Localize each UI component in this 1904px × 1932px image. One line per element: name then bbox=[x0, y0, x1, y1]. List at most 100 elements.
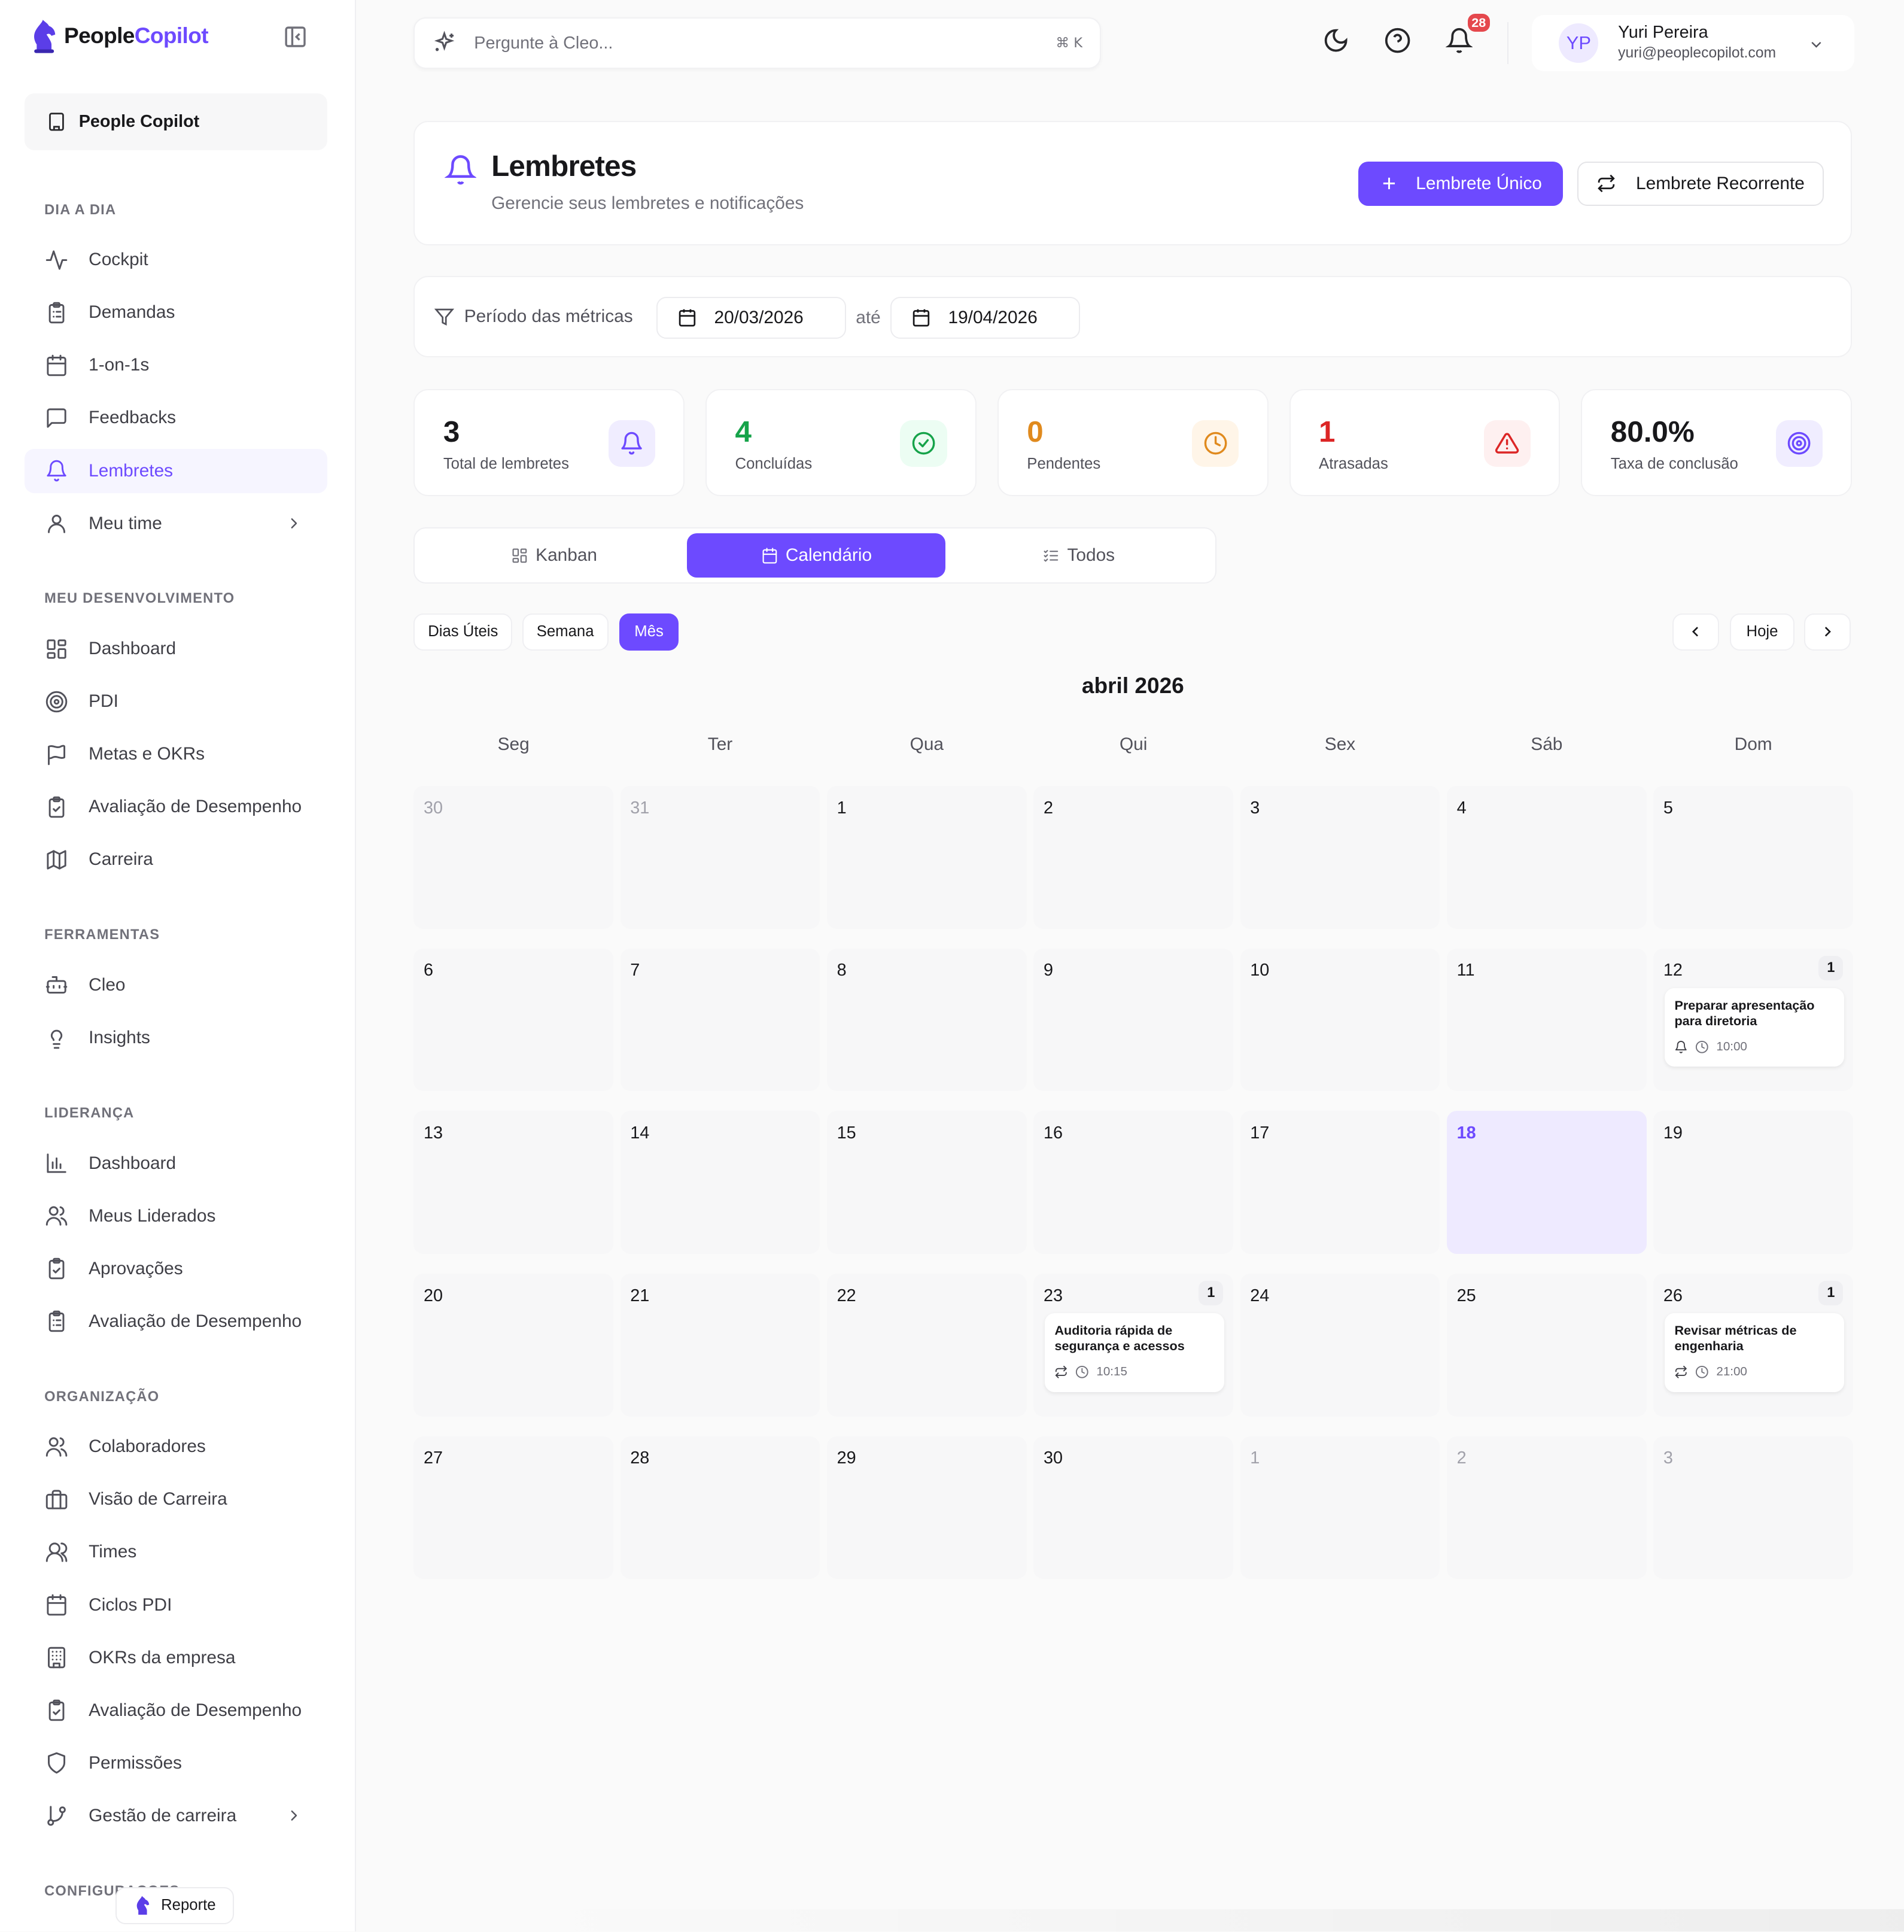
weekday-header: Dom bbox=[1734, 734, 1772, 754]
calendar-day[interactable]: 12 1 Preparar apresentação para diretoria 1… bbox=[1653, 948, 1853, 1092]
cleo-search-input[interactable] bbox=[472, 32, 1041, 54]
stat-label: Total de lembretes bbox=[443, 455, 569, 473]
sidebar-item-dashboard[interactable]: Dashboard bbox=[25, 1141, 327, 1186]
calendar-day[interactable]: 30 bbox=[1033, 1436, 1233, 1579]
reminder-event-card[interactable]: Preparar apresentação para diretoria 10:0… bbox=[1664, 988, 1845, 1067]
calendar-day[interactable]: 6 bbox=[413, 948, 613, 1092]
recurring-reminder-button[interactable]: Lembrete Recorrente bbox=[1577, 161, 1824, 206]
calendar-day[interactable]: 30 bbox=[413, 786, 613, 929]
calendar-day[interactable]: 16 bbox=[1033, 1111, 1233, 1254]
sidebar-item-aprovacoes[interactable]: Aprovações bbox=[25, 1247, 327, 1291]
range-mes-button[interactable]: Mês bbox=[619, 613, 679, 651]
calendar-day[interactable]: 1 bbox=[827, 786, 1027, 929]
sidebar-item-meu-time[interactable]: Meu time bbox=[25, 502, 327, 546]
avatar: YP bbox=[1559, 23, 1599, 63]
shield-icon bbox=[44, 1751, 69, 1775]
single-reminder-button[interactable]: Lembrete Único bbox=[1358, 161, 1563, 206]
calendar-day[interactable]: 13 bbox=[413, 1111, 613, 1254]
sidebar-item-ciclos-pdi[interactable]: Ciclos PDI bbox=[25, 1583, 327, 1627]
sidebar-item-dashboard[interactable]: Dashboard bbox=[25, 627, 327, 671]
calendar-day[interactable]: 4 bbox=[1447, 786, 1647, 929]
sidebar-item-insights[interactable]: Insights bbox=[25, 1016, 327, 1060]
notifications-bell-icon[interactable] bbox=[1446, 27, 1473, 54]
tab-calendario[interactable]: Calendário bbox=[687, 533, 946, 578]
calendar-day[interactable]: 3 bbox=[1240, 786, 1440, 929]
sidebar-item-carreira[interactable]: Carreira bbox=[25, 837, 327, 882]
user-menu[interactable]: YP Yuri Pereira yuri@peoplecopilot.com bbox=[1532, 14, 1855, 72]
today-button[interactable]: Hoje bbox=[1730, 613, 1794, 651]
range-dias-uteis-button[interactable]: Dias Úteis bbox=[413, 613, 513, 651]
sidebar-item-demandas[interactable]: Demandas bbox=[25, 290, 327, 335]
calendar-day[interactable]: 25 bbox=[1447, 1273, 1647, 1417]
weekday-header: Ter bbox=[707, 734, 733, 754]
calendar-day[interactable]: 20 bbox=[413, 1273, 613, 1417]
sidebar-item-avaliacao-de-desempenho[interactable]: Avaliação de Desempenho bbox=[25, 1299, 327, 1344]
moon-icon[interactable] bbox=[1322, 27, 1349, 54]
report-button[interactable]: Reporte bbox=[115, 1887, 234, 1924]
day-number: 3 bbox=[1250, 798, 1260, 818]
day-number: 26 bbox=[1663, 1286, 1683, 1305]
sidebar-item-permissoes[interactable]: Permissões bbox=[25, 1741, 327, 1785]
reminder-event-card[interactable]: Revisar métricas de engenharia 21:00 bbox=[1664, 1313, 1845, 1392]
calendar-day[interactable]: 2 bbox=[1447, 1436, 1647, 1579]
sidebar-item-lembretes[interactable]: Lembretes bbox=[25, 448, 328, 493]
briefcase-icon bbox=[44, 1487, 69, 1512]
sidebar-item-okrs-da-empresa[interactable]: OKRs da empresa bbox=[25, 1636, 327, 1680]
calendar-day[interactable]: 22 bbox=[827, 1273, 1027, 1417]
calendar-day[interactable]: 28 bbox=[620, 1436, 820, 1579]
sidebar-item-cockpit[interactable]: Cockpit bbox=[25, 238, 327, 282]
sidebar-item-metas-e-okrs[interactable]: Metas e OKRs bbox=[25, 732, 327, 776]
calendar-day[interactable]: 29 bbox=[827, 1436, 1027, 1579]
sidebar-collapse-icon[interactable] bbox=[283, 25, 308, 49]
sidebar-item-feedbacks[interactable]: Feedbacks bbox=[25, 396, 327, 440]
calendar-day[interactable]: 15 bbox=[827, 1111, 1027, 1254]
calendar-day[interactable]: 7 bbox=[620, 948, 820, 1092]
calendar-day[interactable]: 31 bbox=[620, 786, 820, 929]
sidebar-item-avaliacao-de-desempenho[interactable]: Avaliação de Desempenho bbox=[25, 785, 327, 829]
calendar-day[interactable]: 10 bbox=[1240, 948, 1440, 1092]
previous-month-button[interactable] bbox=[1672, 613, 1719, 651]
sidebar-item-pdi[interactable]: PDI bbox=[25, 679, 327, 724]
sidebar-item-cleo[interactable]: Cleo bbox=[25, 963, 327, 1007]
start-date-picker[interactable]: 20/03/2026 bbox=[656, 296, 846, 339]
sidebar-item-avaliacao-de-desempenho[interactable]: Avaliação de Desempenho bbox=[25, 1688, 327, 1733]
sidebar-item-gestao-de-carreira[interactable]: Gestão de carreira bbox=[25, 1794, 327, 1838]
event-title: Auditoria rápida de segurança e acessos bbox=[1054, 1323, 1185, 1353]
tab-todos[interactable]: Todos bbox=[950, 533, 1208, 578]
calendar-day[interactable]: 23 1 Auditoria rápida de segurança e acess… bbox=[1033, 1273, 1233, 1417]
calendar-day[interactable]: 9 bbox=[1033, 948, 1233, 1092]
reminder-event-card[interactable]: Auditoria rápida de segurança e acessos 1… bbox=[1045, 1313, 1225, 1392]
cleo-search-bar[interactable]: ⌘ K bbox=[413, 17, 1101, 69]
sidebar-item-visao-de-carreira[interactable]: Visão de Carreira bbox=[25, 1477, 327, 1521]
calendar-day[interactable]: 8 bbox=[827, 948, 1027, 1092]
calendar-day[interactable]: 5 bbox=[1653, 786, 1853, 929]
calendar-day[interactable]: 14 bbox=[620, 1111, 820, 1254]
calendar-day[interactable]: 24 bbox=[1240, 1273, 1440, 1417]
sidebar-item-colaboradores[interactable]: Colaboradores bbox=[25, 1424, 327, 1469]
sidebar-item-label: PDI bbox=[89, 691, 118, 712]
calendar-day[interactable]: 2 bbox=[1033, 786, 1233, 929]
calendar-day[interactable]: 1 bbox=[1240, 1436, 1440, 1579]
calendar-day[interactable]: 11 bbox=[1447, 948, 1647, 1092]
sidebar-item-times[interactable]: Times bbox=[25, 1530, 327, 1574]
calendar-day[interactable]: 3 bbox=[1653, 1436, 1853, 1579]
calendar-day[interactable]: 27 bbox=[413, 1436, 613, 1579]
help-circle-icon[interactable] bbox=[1384, 27, 1411, 54]
weekday-header: Qui bbox=[1119, 734, 1148, 754]
end-date-picker[interactable]: 19/04/2026 bbox=[890, 296, 1080, 339]
calendar-day[interactable]: 17 bbox=[1240, 1111, 1440, 1254]
range-semana-button[interactable]: Semana bbox=[522, 613, 609, 651]
clipboard-list-icon bbox=[44, 300, 69, 325]
app-logo[interactable]: PeopleCopilot bbox=[29, 17, 209, 54]
tab-kanban[interactable]: Kanban bbox=[425, 533, 683, 578]
calendar-day[interactable]: 26 1 Revisar métricas de engenharia 21:00 bbox=[1653, 1273, 1853, 1417]
org-switcher[interactable]: People Copilot bbox=[25, 93, 328, 151]
next-month-button[interactable] bbox=[1803, 613, 1851, 651]
sidebar-item-label: Ciclos PDI bbox=[89, 1594, 172, 1615]
calendar-day-today[interactable]: 18 bbox=[1447, 1111, 1647, 1254]
calendar-day[interactable]: 21 bbox=[620, 1273, 820, 1417]
sidebar-item-meus-liderados[interactable]: Meus Liderados bbox=[25, 1194, 327, 1238]
calendar-day[interactable]: 19 bbox=[1653, 1111, 1853, 1254]
sidebar-item-1-on-1s[interactable]: 1-on-1s bbox=[25, 343, 327, 387]
building-icon bbox=[44, 1645, 69, 1670]
